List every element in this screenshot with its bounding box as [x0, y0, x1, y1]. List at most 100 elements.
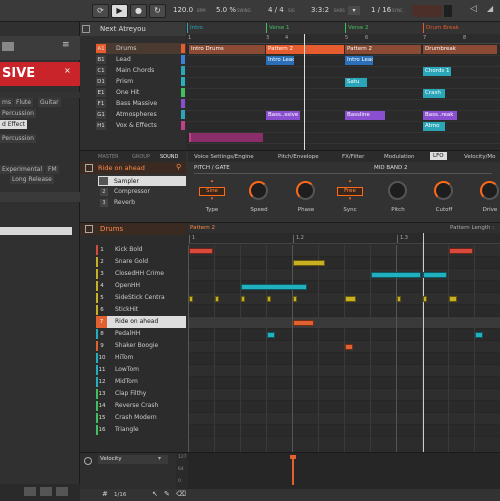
down-arrow-icon[interactable]: ▾	[338, 196, 362, 202]
section-marker[interactable]: Verse 1	[266, 23, 344, 33]
section-marker[interactable]: Drum Break	[423, 23, 500, 33]
knob-drive[interactable]	[480, 181, 499, 200]
pads-icon[interactable]	[85, 164, 93, 172]
selector-type[interactable]: Sine	[199, 187, 225, 196]
grid-resolution[interactable]: 1/16	[114, 492, 126, 498]
velocity-select[interactable]: Velocity ▾	[98, 455, 168, 464]
slot-2[interactable]: 2	[100, 188, 108, 196]
note-event[interactable]	[423, 296, 427, 302]
tab-lfo[interactable]: LFO	[430, 152, 447, 160]
close-icon[interactable]: ×	[64, 66, 71, 75]
sound-row[interactable]: 14 Reverse Crash	[96, 400, 186, 412]
arranger-clip[interactable]: Bassline	[345, 111, 385, 120]
note-event[interactable]	[449, 248, 473, 254]
search-icon[interactable]: ⚲	[176, 163, 181, 171]
group-row[interactable]: C1 Main Chords	[96, 65, 186, 76]
knob-pitch[interactable]	[388, 181, 407, 200]
pointer-icon[interactable]: ↖	[152, 490, 158, 498]
info-icon[interactable]	[40, 487, 52, 496]
group-row[interactable]: E1 One Hit	[96, 87, 186, 98]
note-event[interactable]	[293, 296, 297, 302]
sound-row[interactable]: 2 Snare Gold	[96, 256, 186, 268]
slot-3[interactable]: 3	[100, 199, 108, 207]
note-event[interactable]	[241, 284, 307, 290]
record-button[interactable]: ●	[130, 4, 147, 18]
sound-row[interactable]: 6 StickHit	[96, 304, 186, 316]
group-row[interactable]: F1 Bass Massive	[96, 98, 186, 109]
arranger-clip[interactable]: Bass..ssive	[266, 111, 300, 120]
up-arrow-icon[interactable]: ▴	[200, 178, 224, 184]
prev-icon[interactable]	[24, 487, 36, 496]
sound-row[interactable]: 5 SideStick Centra	[96, 292, 186, 304]
restart-icon[interactable]: ↻	[149, 4, 166, 18]
tag-percussion-2[interactable]: Percussion	[0, 134, 36, 143]
group-row[interactable]: B1 Lead	[96, 54, 186, 65]
module-row-selected[interactable]: Sampler	[98, 176, 186, 186]
folder-icon[interactable]	[2, 42, 14, 51]
tab-fx-filter[interactable]: FX/Filter	[342, 154, 364, 160]
sound-row[interactable]: 13 Clap Filthy	[96, 388, 186, 400]
sound-row[interactable]: 7 Ride on ahead	[96, 316, 186, 328]
note-event[interactable]	[345, 296, 356, 302]
up-arrow-icon[interactable]: ▴	[338, 178, 362, 184]
sound-row[interactable]: 10 HiTom	[96, 352, 186, 364]
note-event[interactable]	[293, 260, 325, 266]
module-compressor[interactable]: Compressor	[114, 188, 150, 195]
signature-value[interactable]: 4 / 4	[268, 6, 284, 14]
sound-row[interactable]: 12 MidTom	[96, 376, 186, 388]
tag-ms[interactable]: ms	[0, 98, 13, 107]
section-marker[interactable]: Intro	[187, 23, 265, 33]
instrument-banner[interactable]: SIVE ×	[0, 62, 80, 86]
note-event[interactable]	[293, 320, 315, 326]
sound-row[interactable]: 15 Crash Modern	[96, 412, 186, 424]
tempo-value[interactable]: 120.0	[173, 6, 193, 14]
tag-experimental[interactable]: Experimental	[0, 165, 45, 174]
sound-row[interactable]: 16 Triangle	[96, 424, 186, 436]
velocity-bar[interactable]	[292, 455, 294, 485]
sound-row[interactable]: 9 Shaker Boogie	[96, 340, 186, 352]
knob-cutoff[interactable]	[434, 181, 453, 200]
down-arrow-icon[interactable]: ▾	[200, 196, 224, 202]
play-button[interactable]: ▶	[111, 4, 128, 18]
note-event[interactable]	[423, 272, 447, 278]
note-event[interactable]	[215, 296, 219, 302]
eraser-icon[interactable]: ⌫	[176, 490, 186, 498]
arranger-clip[interactable]: Crash	[423, 89, 445, 98]
sound-row[interactable]: 4 OpenHH	[96, 280, 186, 292]
pencil-icon[interactable]: ✎	[164, 490, 170, 498]
note-grid[interactable]	[188, 233, 500, 453]
section-marker[interactable]: Verse 2	[345, 23, 422, 33]
pattern-name[interactable]: Pattern 2	[190, 225, 215, 231]
note-event[interactable]	[371, 272, 421, 278]
velocity-area[interactable]	[188, 453, 500, 489]
grid-hash-icon[interactable]: #	[102, 490, 108, 498]
tag-flute[interactable]: Flute	[14, 98, 33, 107]
note-event[interactable]	[189, 296, 193, 302]
note-event[interactable]	[397, 296, 401, 302]
knob-speed[interactable]	[249, 181, 268, 200]
tag-guitar[interactable]: Guitar	[38, 98, 61, 107]
swing-value[interactable]: 5.0 %	[216, 6, 236, 14]
tab-master[interactable]: MASTER	[98, 154, 119, 160]
group-row[interactable]: G1 Atmospheres	[96, 109, 186, 120]
arranger-clip[interactable]: Atmo	[423, 122, 445, 131]
note-event[interactable]	[267, 332, 276, 338]
arranger-clip-bg[interactable]	[191, 133, 263, 142]
arranger-clip[interactable]: Satu	[345, 78, 367, 87]
quantize-value[interactable]: 1 / 16	[371, 6, 391, 14]
group-row[interactable]: H1 Vox & Effects	[96, 120, 186, 131]
tab-modulation[interactable]: Modulation	[384, 154, 415, 160]
scene-clip[interactable]: Drumbreak	[423, 45, 497, 54]
sound-row[interactable]: 8 PedalHH	[96, 328, 186, 340]
tag-effect[interactable]: d Effect	[0, 120, 27, 129]
note-event[interactable]	[449, 296, 458, 302]
arranger-clip[interactable]: Chords 1	[423, 67, 451, 76]
knob-icon[interactable]	[84, 457, 92, 465]
note-event[interactable]	[475, 332, 484, 338]
note-event[interactable]	[189, 248, 213, 254]
note-event[interactable]	[241, 296, 245, 302]
next-icon[interactable]	[56, 487, 68, 496]
tab-voice-settings[interactable]: Voice Settings/Engine	[194, 154, 254, 160]
search-input[interactable]	[0, 227, 72, 235]
arranger-clip[interactable]: Intro Lead	[266, 56, 294, 65]
